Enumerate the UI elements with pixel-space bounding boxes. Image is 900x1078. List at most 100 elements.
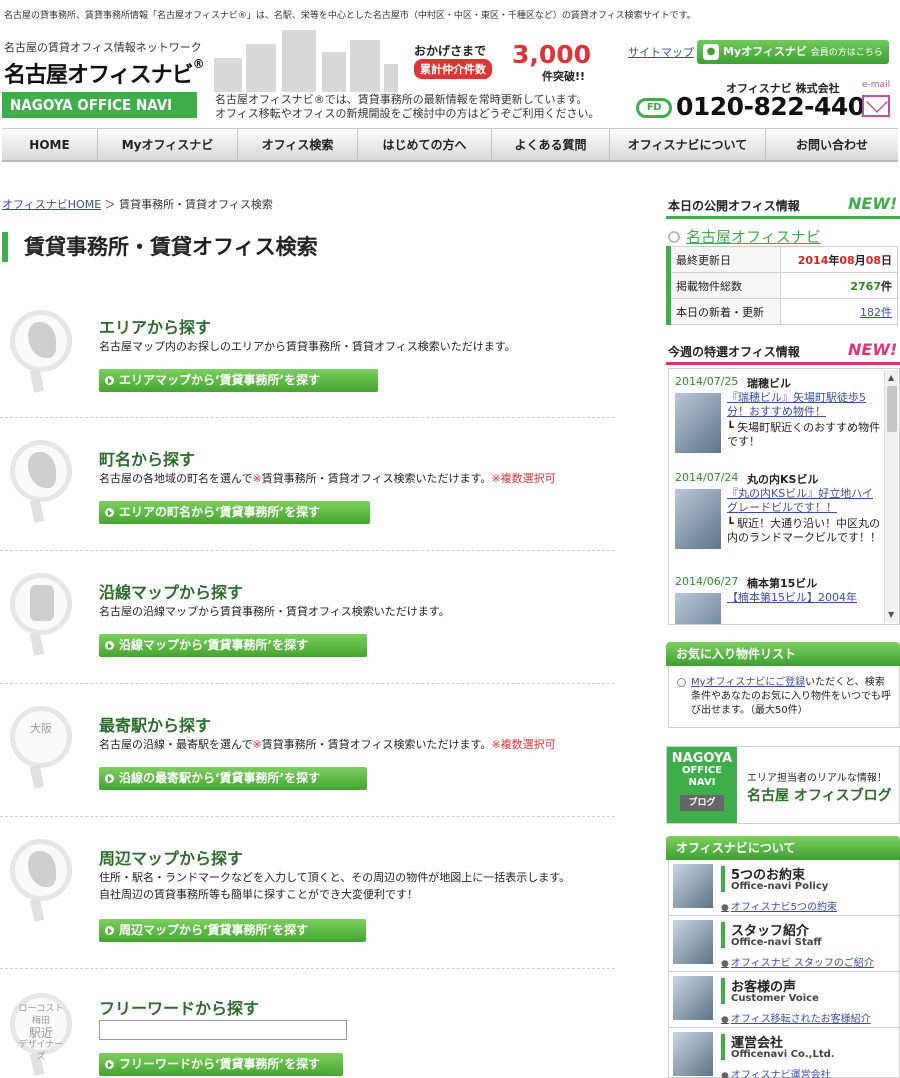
nearby-search-button[interactable]: 周辺マップから‘賃貸事務所’を探す	[99, 919, 366, 942]
company-link[interactable]: オフィスナビ運営会社	[721, 1066, 831, 1078]
railway-search-button[interactable]: 沿線マップから‘賃貸事務所’を探す	[99, 634, 367, 657]
search-icon	[668, 231, 680, 243]
nav-office-search[interactable]: オフィス検索	[238, 129, 358, 160]
sitemap-link[interactable]: サイトマップ	[628, 44, 694, 60]
section-description: 名古屋の沿線マップから賃貸事務所・賃貸オフィス検索いただけます。	[99, 605, 450, 618]
site-logo[interactable]: 名古屋オフィスナビ®	[4, 57, 205, 89]
section-title: 最寄駅から探す	[99, 716, 212, 735]
header-lead: 名古屋オフィスナビ®では、賃貸事務所の最新情報を常時更新しています。 オフィス移…	[215, 93, 600, 121]
blog-title: 名古屋 オフィスブログ	[747, 788, 892, 804]
phone-number: FD 0120-822-440	[636, 92, 865, 121]
nav-first-time[interactable]: はじめての方へ	[358, 129, 492, 160]
scroll-thumb[interactable]	[887, 386, 897, 432]
divider	[666, 216, 900, 219]
section-title: フリーワードから探す	[99, 999, 260, 1018]
nav-home[interactable]: HOME	[2, 129, 98, 160]
office-blog-banner[interactable]: NAGOYA OFFICE NAVI ブログ エリア担当者のリアルな情報！ 名古…	[666, 746, 900, 824]
stat-label: 最終更新日	[666, 246, 781, 273]
area-map-icon	[10, 310, 76, 393]
header-lead-line-1: 名古屋オフィスナビ®では、賃貸事務所の最新情報を常時更新しています。	[215, 93, 588, 106]
new-badge: NEW!	[848, 340, 898, 359]
email-icon[interactable]	[862, 95, 890, 117]
about-subtitle: Office-navi Policy	[731, 881, 829, 892]
town-map-icon	[10, 440, 76, 523]
user-icon: ●	[703, 44, 719, 60]
freeword-input[interactable]	[99, 1020, 347, 1040]
scroll-down-icon[interactable]: ▼	[888, 610, 894, 619]
building-photo[interactable]	[675, 393, 721, 453]
policy-link[interactable]: オフィスナビ5つの約束	[721, 898, 837, 913]
company-image	[673, 1032, 713, 1076]
pick-date: 2014/06/27	[675, 575, 739, 588]
accent-bar	[721, 1034, 725, 1060]
pick-description: ┗ 駅近！大通り沿い！中区丸の内のランドマークビルです！！	[727, 517, 881, 544]
about-subtitle: Officenavi Co.,Ltd.	[731, 1049, 835, 1060]
logo-registered: ®	[192, 57, 205, 71]
blog-catchphrase: エリア担当者のリアルな情報！	[747, 773, 887, 784]
about-item-staff: スタッフ紹介 Office-navi Staff オフィスナビ スタッフのご紹介	[668, 916, 900, 972]
new-badge: NEW!	[848, 194, 898, 213]
search-section-station: 大阪 最寄駅から探す 名古屋の沿線・最寄駅を選んで※賃貸事務所・賃貸オフィス検索…	[0, 684, 615, 817]
town-search-button[interactable]: エリアの町名から‘賃貸事務所’を探す	[99, 501, 370, 524]
nearby-map-icon	[10, 839, 76, 922]
freeword-search-button[interactable]: フリーワードから‘賃貸事務所’を探す	[99, 1053, 343, 1076]
blog-logo-line: OFFICE NAVI	[681, 765, 723, 788]
header-lead-line-2: オフィス移転やオフィスの新規開設をご検討中の方はどうぞご利用ください。	[215, 107, 600, 120]
nagoya-office-navi-text: 名古屋オフィスナビ	[686, 228, 821, 246]
pick-headline-link[interactable]: 『丸の内KSビル』好立地ハイグレードビルです！！	[727, 487, 883, 515]
nav-my-office-navi[interactable]: Myオフィスナビ	[98, 129, 238, 160]
station-search-button[interactable]: 沿線の最寄駅から‘賃貸事務所’を探す	[99, 767, 367, 790]
blog-logo: NAGOYA OFFICE NAVI ブログ	[667, 747, 737, 823]
breadcrumb-home[interactable]: オフィスナビHOME	[2, 198, 101, 211]
pick-building-name: 瑞穂ビル	[747, 377, 791, 390]
section-description: 住所・駅名・ランドマークなどを入力して頂くと、その周辺の物件が地図上に一括表示し…	[99, 869, 570, 903]
nav-about[interactable]: オフィスナビについて	[610, 129, 766, 160]
brand-tagline: 名古屋の賃貸オフィス情報ネットワーク	[4, 41, 202, 54]
table-row: 最終更新日 2014年08月08日	[666, 246, 898, 273]
area-search-button[interactable]: エリアマップから‘賃貸事務所’を探す	[99, 369, 378, 392]
pick-building-name: 丸の内KSビル	[747, 473, 819, 486]
breadcrumb-separator: ＞	[104, 198, 116, 211]
staff-image	[673, 920, 713, 964]
list-item: 2014/06/27 楠本第15ビル 【楠本第15ビル】2004年	[675, 575, 883, 624]
date-month: 08	[839, 253, 855, 267]
date-unit: 日	[881, 253, 892, 267]
scroll-up-icon[interactable]: ▲	[888, 373, 894, 382]
staff-link[interactable]: オフィスナビ スタッフのご紹介	[721, 954, 874, 969]
section-description: 名古屋マップ内のお探しのエリアから賃貸事務所・賃貸オフィス検索いただけます。	[99, 340, 516, 353]
weekly-scrollbar[interactable]: ▲ ▼	[884, 370, 898, 623]
nav-faq[interactable]: よくある質問	[492, 129, 610, 160]
register-link[interactable]: Myオフィスナビにご登録	[691, 677, 805, 688]
list-item: 2014/07/24 丸の内KSビル 『丸の内KSビル』好立地ハイグレードビルで…	[675, 471, 883, 575]
stat-value-new[interactable]: 182件	[780, 298, 898, 325]
section-description: 名古屋の各地域の町名を選んで※賃貸事務所・賃貸オフィス検索いただけます。※複数選…	[99, 470, 556, 487]
pick-headline-link[interactable]: 【楠本第15ビル】2004年	[727, 591, 883, 605]
building-photo[interactable]	[675, 489, 721, 549]
bullet-icon	[677, 678, 686, 687]
desc-part: 名古屋の沿線・最寄駅を選んで	[99, 738, 253, 751]
new-count-link[interactable]: 182	[860, 306, 881, 319]
section-title: 沿線マップから探す	[99, 583, 244, 602]
total-count: 2767	[850, 279, 881, 293]
search-section-nearby: 周辺マップから探す 住所・駅名・ランドマークなどを入力して頂くと、その周辺の物件…	[0, 817, 615, 969]
search-section-railway: 沿線マップから探す 名古屋の沿線マップから賃貸事務所・賃貸オフィス検索いただけま…	[0, 551, 615, 684]
global-nav: HOME Myオフィスナビ オフィス検索 はじめての方へ よくある質問 オフィス…	[2, 128, 898, 162]
about-subtitle: Office-navi Staff	[731, 937, 822, 948]
pick-headline-link[interactable]: 『瑞穂ビル』矢場町駅徒歩5分！おすすめ物件！	[727, 391, 883, 419]
date-year: 2014	[797, 253, 829, 267]
phone-number-text: 0120-822-440	[676, 92, 865, 121]
pick-date: 2014/07/25	[675, 375, 739, 388]
building-photo[interactable]	[675, 593, 721, 624]
nagoya-office-navi-link[interactable]: 名古屋オフィスナビ	[668, 226, 821, 247]
blog-logo-label: ブログ	[680, 795, 724, 811]
stat-value-updated: 2014年08月08日	[780, 246, 898, 273]
today-stats-table: 最終更新日 2014年08月08日 掲載物件総数 2767件 本日の新着・更新 …	[666, 246, 898, 325]
my-office-navi-button[interactable]: ● Myオフィスナビ 会員の方はこちら	[697, 40, 889, 64]
date-unit: 年	[828, 253, 840, 267]
voice-link[interactable]: オフィス移転されたお客様紹介	[721, 1010, 871, 1025]
nav-contact[interactable]: お問い合わせ	[766, 129, 898, 160]
accent-bar	[721, 866, 725, 892]
promo-thanks: おかげさまで	[414, 44, 487, 58]
promo-badge: おかげさまで 累計仲介件数 3,000 件突破!!	[414, 40, 610, 86]
station-sign-icon: 大阪	[10, 706, 76, 789]
